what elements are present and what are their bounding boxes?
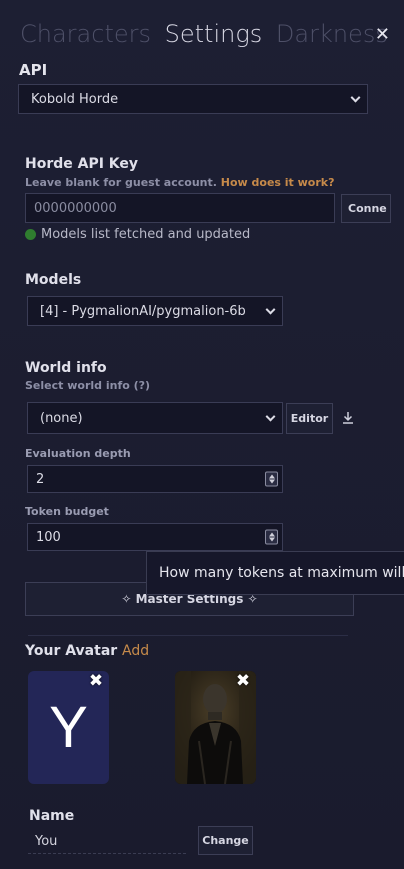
horde-api-key-value: 0000000000: [34, 200, 117, 216]
horde-key-heading: Horde API Key: [25, 156, 139, 172]
avatar-heading-text: Your Avatar: [25, 643, 118, 659]
divider: [28, 635, 348, 636]
tab-darkness[interactable]: Darkness: [276, 20, 388, 48]
stepper-icon[interactable]: [265, 471, 278, 487]
evaluation-depth-value: 2: [36, 471, 45, 487]
change-name-button[interactable]: Change: [198, 826, 253, 855]
models-select[interactable]: [4] - PygmalionAI/pygmalion-6b: [27, 296, 283, 326]
chevron-down-icon: [265, 304, 276, 315]
settings-panel: Characters Settings Darkness ✕ API Kobol…: [0, 0, 404, 869]
models-status-text: Models list fetched and updated: [41, 227, 251, 242]
horde-api-key-input[interactable]: 0000000000: [25, 193, 335, 223]
api-select-value: Kobold Horde: [31, 91, 119, 107]
name-heading: Name: [29, 808, 75, 824]
how-does-it-work-link[interactable]: How does it work?: [221, 176, 335, 189]
evaluation-depth-input[interactable]: 2: [27, 465, 283, 493]
chevron-down-icon: [350, 92, 361, 103]
world-info-hint: Select world info (?): [25, 379, 150, 392]
tab-settings[interactable]: Settings: [165, 20, 263, 48]
editor-button[interactable]: Editor: [286, 403, 333, 434]
add-avatar-link[interactable]: Add: [122, 643, 149, 659]
world-info-heading: World info: [25, 360, 107, 376]
chevron-down-icon: [265, 411, 276, 422]
models-heading: Models: [25, 272, 82, 288]
close-icon[interactable]: ✕: [375, 24, 390, 45]
download-icon[interactable]: [341, 410, 355, 426]
world-info-select-value: (none): [40, 410, 83, 426]
models-status: Models list fetched and updated: [25, 227, 250, 242]
token-budget-input[interactable]: 100: [27, 523, 283, 551]
evaluation-depth-label: Evaluation depth: [25, 447, 131, 460]
horde-key-hint-text: Leave blank for guest account.: [25, 176, 217, 189]
horde-key-hint: Leave blank for guest account. How does …: [25, 176, 335, 189]
stepper-icon[interactable]: [265, 529, 278, 545]
avatar-letter: Y: [49, 695, 88, 760]
delete-avatar-icon[interactable]: ✖: [235, 673, 251, 690]
api-select[interactable]: Kobold Horde: [18, 84, 368, 114]
world-info-select[interactable]: (none): [27, 402, 283, 434]
token-budget-tooltip: How many tokens at maximum will be: [146, 551, 404, 595]
world-info-hint-text: Select world info: [25, 379, 130, 392]
connect-button[interactable]: Conne: [341, 194, 391, 223]
api-heading: API: [19, 61, 48, 79]
tab-characters[interactable]: Characters: [20, 20, 151, 48]
name-underline: [28, 853, 186, 854]
token-budget-value: 100: [36, 529, 61, 545]
name-input[interactable]: You: [27, 828, 187, 854]
status-dot-icon: [25, 229, 36, 240]
avatar-heading: Your Avatar Add: [25, 643, 149, 659]
token-budget-label: Token budget: [25, 505, 109, 518]
world-info-help[interactable]: (?): [134, 379, 150, 392]
tab-bar: Characters Settings Darkness: [20, 20, 394, 48]
models-select-value: [4] - PygmalionAI/pygmalion-6b: [40, 303, 246, 319]
name-value: You: [35, 833, 58, 849]
delete-avatar-icon[interactable]: ✖: [88, 673, 104, 690]
